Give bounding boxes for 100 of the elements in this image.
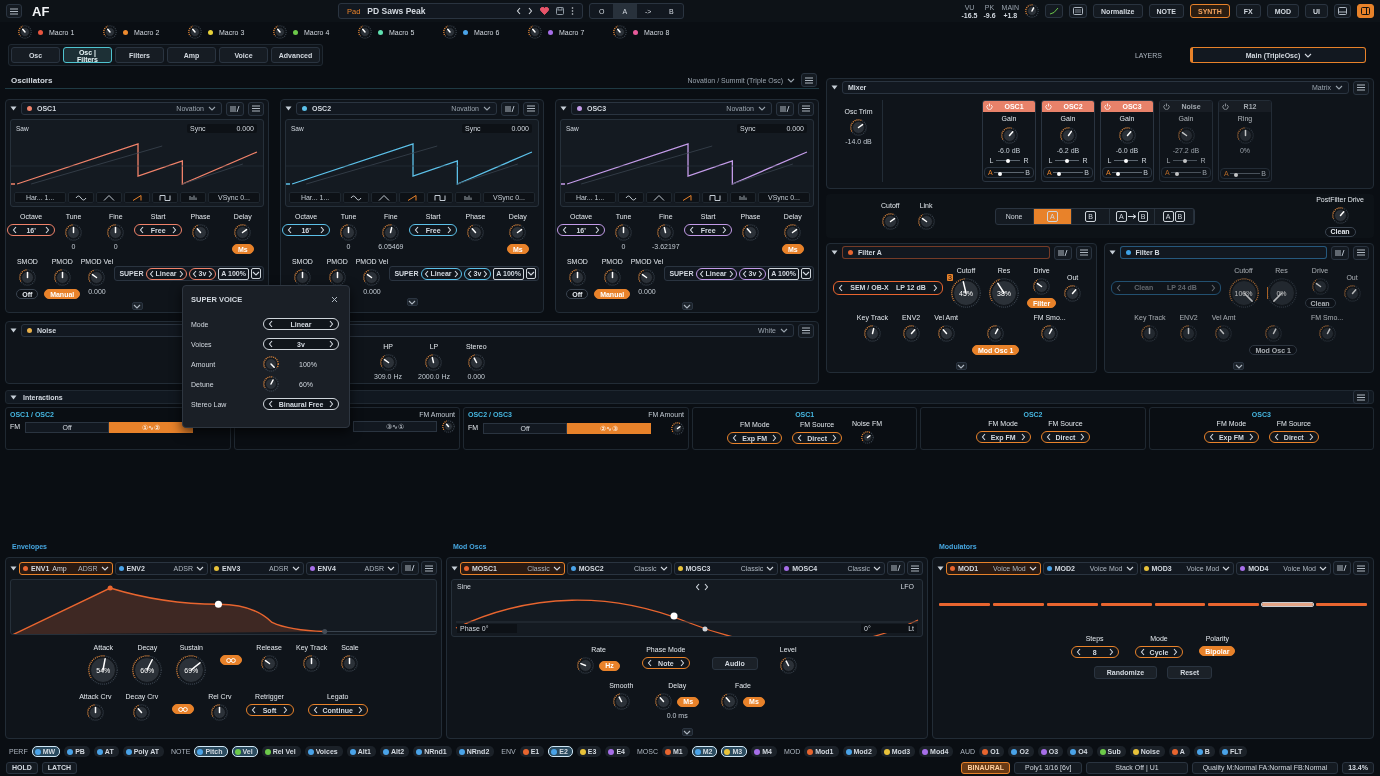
knob[interactable] bbox=[721, 693, 739, 710]
bars-button[interactable] bbox=[501, 101, 519, 116]
knob[interactable] bbox=[379, 354, 397, 371]
menu-button[interactable] bbox=[6, 4, 22, 18]
knob[interactable] bbox=[382, 224, 400, 241]
expand-button[interactable] bbox=[131, 302, 143, 310]
knob[interactable] bbox=[1033, 278, 1051, 295]
knob[interactable] bbox=[1177, 127, 1195, 144]
knob[interactable] bbox=[1343, 284, 1361, 302]
heart-icon[interactable] bbox=[540, 7, 549, 15]
shape-button[interactable] bbox=[343, 192, 370, 203]
knob[interactable] bbox=[467, 354, 485, 371]
bars-button[interactable] bbox=[776, 101, 794, 116]
link-toggle[interactable] bbox=[172, 704, 195, 714]
expand-button[interactable] bbox=[406, 298, 418, 306]
collapse-icon[interactable] bbox=[451, 565, 458, 571]
knob[interactable] bbox=[951, 278, 981, 308]
shape-button[interactable] bbox=[68, 192, 95, 203]
knob[interactable] bbox=[657, 224, 675, 241]
shape-button[interactable] bbox=[152, 192, 178, 203]
bars-button[interactable] bbox=[1053, 245, 1072, 260]
collapse-icon[interactable] bbox=[831, 250, 838, 255]
knob[interactable] bbox=[1215, 325, 1233, 342]
layout-button[interactable] bbox=[1357, 4, 1374, 18]
slider-thumb[interactable] bbox=[1116, 172, 1120, 176]
slider-thumb[interactable] bbox=[998, 172, 1002, 176]
collapse-icon[interactable] bbox=[10, 106, 17, 111]
knob[interactable] bbox=[989, 278, 1019, 308]
preset-name[interactable]: PD Saws Peak bbox=[367, 6, 426, 16]
shape-button[interactable] bbox=[427, 192, 453, 203]
knob[interactable] bbox=[850, 119, 867, 136]
knob[interactable] bbox=[1118, 127, 1136, 144]
knob[interactable] bbox=[1264, 325, 1282, 342]
knob[interactable] bbox=[577, 657, 595, 674]
knob[interactable] bbox=[779, 657, 797, 674]
knob[interactable] bbox=[902, 325, 920, 342]
knob[interactable] bbox=[467, 224, 484, 241]
save-icon[interactable] bbox=[556, 7, 564, 15]
collapse-icon[interactable] bbox=[10, 328, 17, 333]
knob[interactable] bbox=[615, 224, 632, 241]
knob[interactable] bbox=[88, 269, 106, 286]
knob[interactable] bbox=[425, 354, 443, 371]
knob[interactable] bbox=[1331, 206, 1349, 224]
link-toggle[interactable] bbox=[220, 655, 243, 665]
more-button[interactable] bbox=[251, 268, 261, 279]
knob[interactable] bbox=[1059, 127, 1077, 144]
collapse-icon[interactable] bbox=[831, 85, 838, 90]
shape-button[interactable] bbox=[702, 192, 728, 203]
knob[interactable] bbox=[881, 213, 899, 230]
knob[interactable] bbox=[655, 693, 673, 710]
knob[interactable] bbox=[613, 25, 627, 39]
slider-thumb[interactable] bbox=[1124, 158, 1129, 163]
menu-button[interactable] bbox=[421, 561, 437, 575]
next-icon[interactable] bbox=[528, 7, 533, 15]
more-button[interactable] bbox=[526, 268, 536, 279]
knob[interactable] bbox=[18, 25, 32, 39]
knob[interactable] bbox=[260, 655, 278, 672]
knob[interactable] bbox=[1064, 284, 1082, 302]
menu-button[interactable] bbox=[1353, 390, 1369, 404]
menu-button[interactable] bbox=[801, 73, 817, 87]
knob[interactable] bbox=[176, 655, 207, 685]
step-bar[interactable] bbox=[1154, 603, 1206, 606]
menu-button[interactable] bbox=[798, 101, 814, 116]
collapse-icon[interactable] bbox=[937, 565, 944, 571]
knob[interactable] bbox=[987, 325, 1005, 342]
menu-button[interactable] bbox=[1353, 80, 1369, 95]
bars-button[interactable] bbox=[1331, 245, 1349, 260]
collapse-icon[interactable] bbox=[285, 106, 292, 111]
knob[interactable] bbox=[363, 269, 381, 286]
bars-button[interactable] bbox=[887, 561, 905, 575]
shape-button[interactable] bbox=[618, 192, 645, 203]
knob[interactable] bbox=[937, 325, 955, 342]
expand-button[interactable] bbox=[955, 362, 967, 370]
menu-button[interactable] bbox=[1075, 245, 1092, 260]
slider-thumb[interactable] bbox=[1006, 158, 1011, 163]
knob[interactable] bbox=[1000, 127, 1018, 144]
knob[interactable] bbox=[528, 25, 542, 39]
bars-button[interactable] bbox=[226, 101, 244, 116]
knob[interactable] bbox=[742, 224, 759, 241]
knob[interactable] bbox=[263, 376, 279, 392]
curve-button[interactable] bbox=[1045, 4, 1064, 18]
knob[interactable] bbox=[442, 420, 455, 433]
knob[interactable] bbox=[638, 269, 656, 286]
previous-icon[interactable] bbox=[516, 7, 521, 15]
knob[interactable] bbox=[860, 431, 874, 444]
expand-button[interactable] bbox=[681, 728, 693, 736]
more-button[interactable] bbox=[801, 268, 811, 279]
bars-button[interactable] bbox=[401, 561, 419, 575]
knob[interactable] bbox=[192, 224, 209, 241]
layout-button[interactable] bbox=[1334, 4, 1351, 18]
knob[interactable] bbox=[509, 224, 527, 241]
more-icon[interactable] bbox=[571, 7, 574, 15]
knob[interactable] bbox=[612, 693, 630, 710]
slider-thumb[interactable] bbox=[1234, 173, 1238, 177]
expand-button[interactable] bbox=[681, 302, 693, 310]
menu-button[interactable] bbox=[248, 101, 264, 116]
knob[interactable] bbox=[132, 655, 163, 685]
knob[interactable] bbox=[1318, 325, 1336, 342]
collapse-icon[interactable] bbox=[10, 565, 17, 571]
expand-button[interactable] bbox=[1233, 362, 1245, 370]
